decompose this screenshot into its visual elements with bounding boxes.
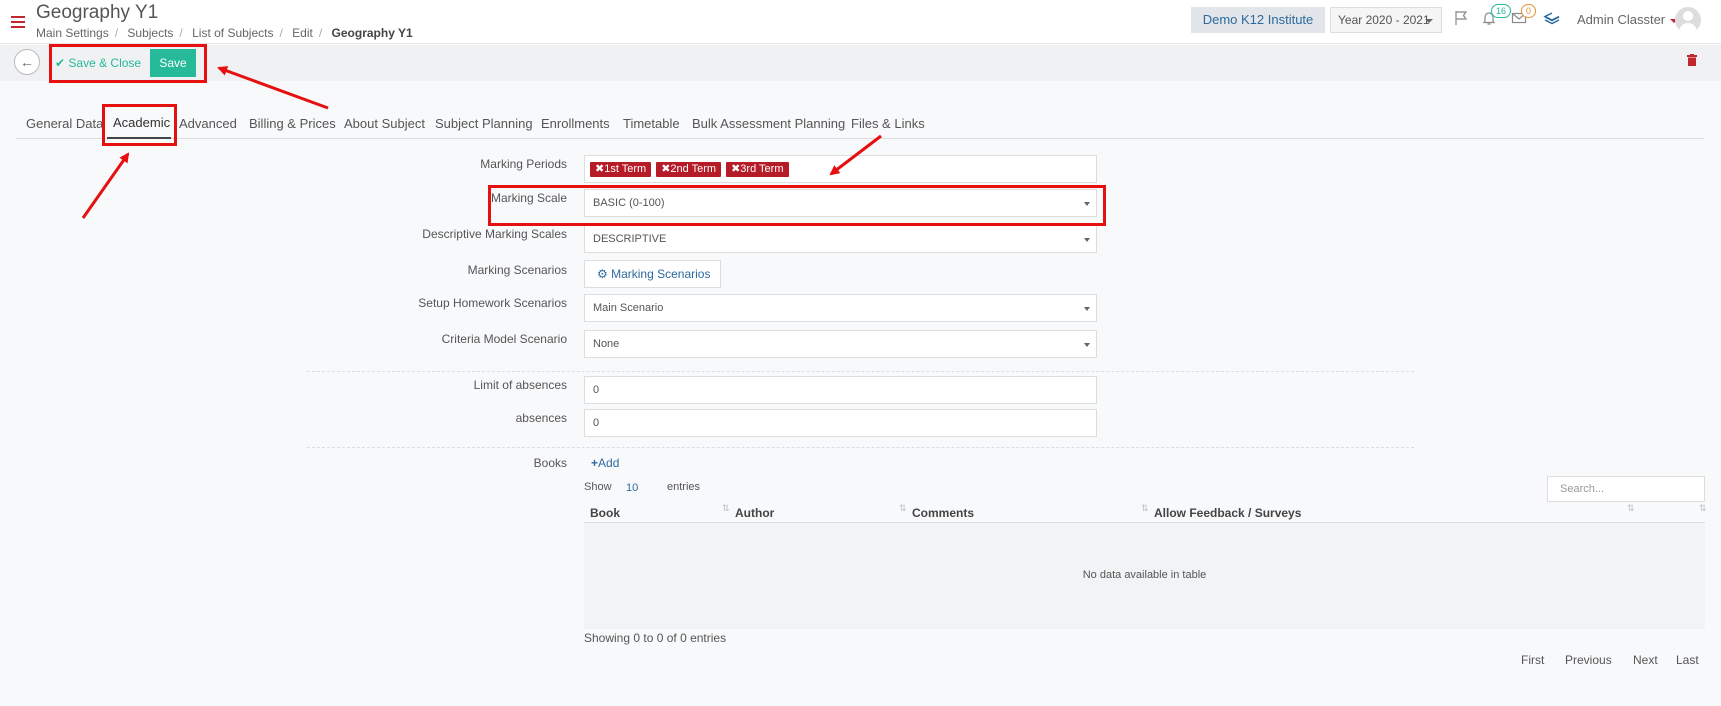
- annotation-arrows: [81, 66, 882, 219]
- annotation-arrow: [81, 152, 130, 219]
- annotation-arrow: [217, 66, 329, 110]
- annotation-arrow: [829, 134, 882, 176]
